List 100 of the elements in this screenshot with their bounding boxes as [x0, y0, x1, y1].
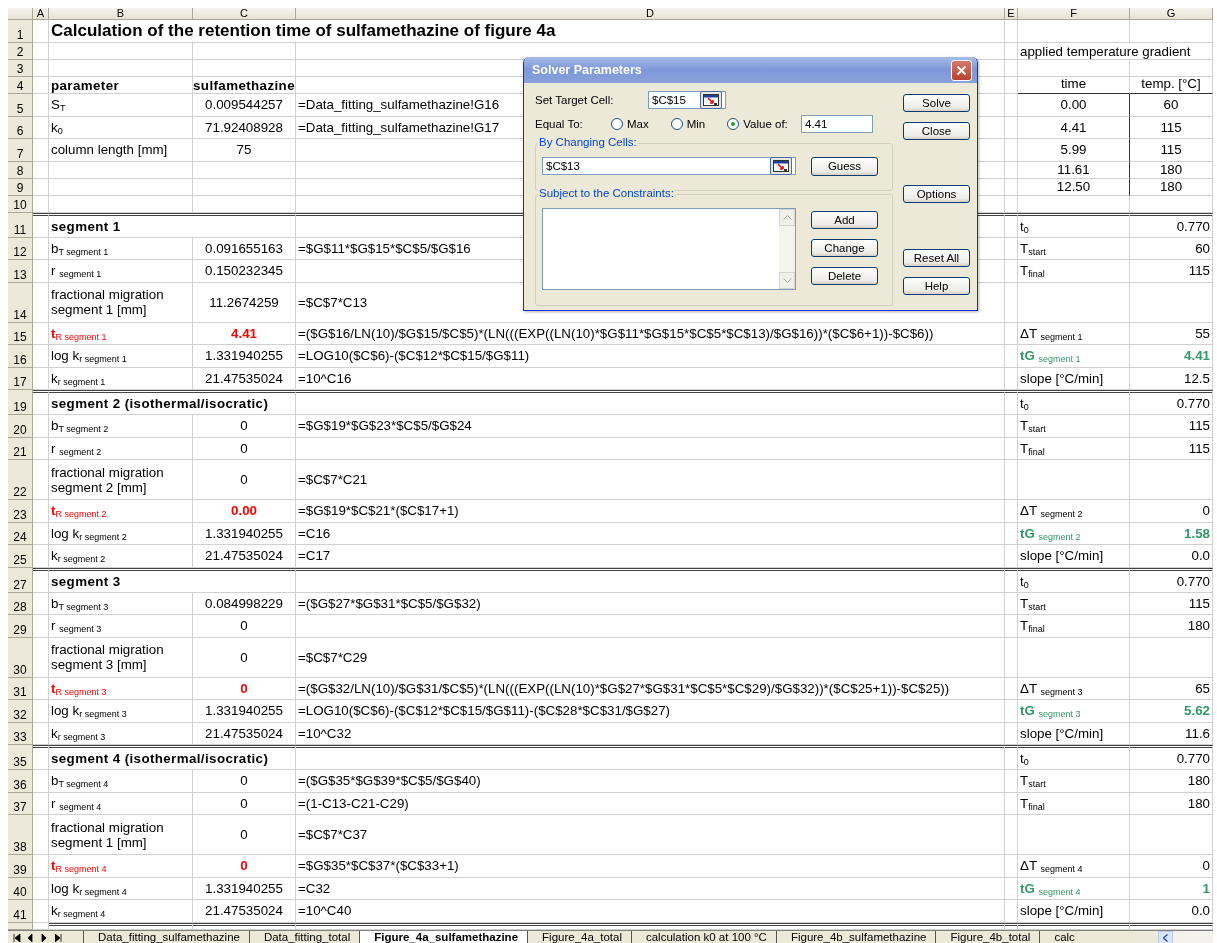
label-cell[interactable]: k$_{r segment 4}$	[49, 900, 193, 923]
next-sheet-icon[interactable]	[41, 933, 49, 942]
gradient-value-cell[interactable]: 0	[1130, 500, 1213, 523]
gradient-value-cell[interactable]: 0.770	[1130, 212, 1213, 238]
value-cell[interactable]: 21.47535024	[193, 900, 296, 923]
label-cell[interactable]: b$_{T segment 3}$	[49, 592, 193, 615]
heading-cell[interactable]: segment 4 (isothermal/isocratic)	[49, 745, 296, 770]
formula-cell[interactable]: =10^C16	[296, 367, 1005, 390]
gradient-value-cell[interactable]: 11.6	[1130, 722, 1213, 745]
gradient-value-cell[interactable]: 180	[1130, 770, 1213, 793]
empty-cell[interactable]	[1005, 567, 1018, 593]
empty-cell[interactable]	[296, 390, 1005, 415]
label-cell[interactable]: t$_{R segment 2}$	[49, 500, 193, 523]
gradient-value-cell[interactable]: 0.0	[1130, 545, 1213, 568]
value-cell[interactable]: 0.009544257	[193, 94, 296, 117]
gradient-value-cell[interactable]: 65	[1130, 677, 1213, 700]
gradient-value-cell[interactable]: 115	[1130, 139, 1213, 162]
gradient-label-cell[interactable]: 11.61	[1018, 161, 1130, 179]
gradient-value-cell[interactable]: 115	[1130, 260, 1213, 283]
label-cell[interactable]: r $_{segment 4}$	[49, 792, 193, 815]
empty-cell[interactable]	[296, 567, 1005, 593]
column-header[interactable]: B	[49, 8, 193, 20]
gradient-label-cell[interactable]: slope [°C/min]	[1018, 722, 1130, 745]
row-number[interactable]: 20	[8, 415, 33, 438]
gradient-label-cell[interactable]: T$_{final}$	[1018, 437, 1130, 460]
gradient-label-cell[interactable]: slope [°C/min]	[1018, 367, 1130, 390]
gradient-label-cell[interactable]: slope [°C/min]	[1018, 900, 1130, 923]
value-cell[interactable]: 0.084998229	[193, 592, 296, 615]
value-cell[interactable]: 1.331940255	[193, 700, 296, 723]
row-number[interactable]: 14	[8, 282, 33, 323]
constraints-list[interactable]	[542, 208, 796, 290]
label-cell[interactable]: log k$_{r segment 3}$	[49, 700, 193, 723]
sheet-title[interactable]: Calculation of the retention time of sulfamethazine of figure 4a	[49, 20, 1005, 43]
label-cell[interactable]: fractional migration segment 3 [mm]	[49, 637, 193, 678]
gradient-label-cell[interactable]: T$_{start}$	[1018, 415, 1130, 438]
formula-cell[interactable]: =($G$16/LN(10)/$G$15/$C$5)*(LN(((EXP((LN(10)*$G$11*$G$15*$C$5*$C$13)/$G$16))*($C$6+1))-$C$6))	[296, 322, 1005, 345]
gradient-value-cell[interactable]: 1.58	[1130, 522, 1213, 545]
dialog-button[interactable]: Solve	[903, 94, 970, 112]
label-cell[interactable]: log k$_{r segment 4}$	[49, 877, 193, 900]
gradient-label-cell[interactable]: T$_{final}$	[1018, 615, 1130, 638]
row-number[interactable]: 12	[8, 237, 33, 260]
gradient-label-cell[interactable]: applied temperature gradient	[1018, 43, 1213, 60]
constraint-button[interactable]: Add	[811, 211, 878, 229]
value-cell[interactable]: 1.331940255	[193, 877, 296, 900]
label-cell[interactable]: b$_{T segment 1}$	[49, 237, 193, 260]
sheet-tab[interactable]: Figure_4a_sulfamethazine	[359, 930, 528, 943]
constraint-button[interactable]: Delete	[811, 267, 878, 285]
row-number[interactable]: 2	[8, 43, 33, 60]
column-header[interactable]: F	[1018, 8, 1130, 20]
dialog-button[interactable]: Help	[903, 277, 970, 295]
row-number[interactable]: 15	[8, 322, 33, 345]
value-cell[interactable]: 0	[193, 415, 296, 438]
empty-cell[interactable]	[33, 212, 49, 238]
label-cell[interactable]: r $_{segment 2}$	[49, 437, 193, 460]
value-cell[interactable]: 75	[193, 139, 296, 162]
gradient-value-cell[interactable]: 115	[1130, 437, 1213, 460]
formula-cell[interactable]: =C16	[296, 522, 1005, 545]
row-number[interactable]: 24	[8, 522, 33, 545]
formula-cell[interactable]: =10^C40	[296, 900, 1005, 923]
gradient-label-cell[interactable]: tG $_{segment 3}$	[1018, 700, 1130, 723]
value-cell[interactable]: 0.00	[193, 500, 296, 523]
label-cell[interactable]: column length [mm]	[49, 139, 193, 162]
gradient-label-cell[interactable]: T$_{final}$	[1018, 792, 1130, 815]
value-cell[interactable]: 0	[193, 677, 296, 700]
row-number[interactable]: 19	[8, 390, 33, 415]
row-number[interactable]: 21	[8, 437, 33, 460]
row-number[interactable]: 25	[8, 545, 33, 568]
gradient-label-cell[interactable]: ΔT $_{segment 1}$	[1018, 322, 1130, 345]
gradient-value-cell[interactable]: 0.770	[1130, 745, 1213, 770]
column-header[interactable]: D	[296, 8, 1005, 20]
gradient-value-cell[interactable]: 115	[1130, 592, 1213, 615]
formula-cell[interactable]: =10^C32	[296, 722, 1005, 745]
value-cell[interactable]: 1.331940255	[193, 345, 296, 368]
value-cell[interactable]: 0	[193, 792, 296, 815]
dialog-button[interactable]: Options	[903, 185, 970, 203]
row-number[interactable]: 41	[8, 900, 33, 923]
gradient-label-cell[interactable]: ΔT $_{segment 3}$	[1018, 677, 1130, 700]
label-cell[interactable]: k$_{r segment 1}$	[49, 367, 193, 390]
gradient-label-cell[interactable]: T$_{start}$	[1018, 770, 1130, 793]
gradient-label-cell[interactable]: tG $_{segment 4}$	[1018, 877, 1130, 900]
value-cell[interactable]: 71.92408928	[193, 116, 296, 139]
range-select-button[interactable]	[770, 157, 792, 175]
column-header[interactable]: G	[1130, 8, 1213, 20]
gradient-label-cell[interactable]: T$_{start}$	[1018, 592, 1130, 615]
label-cell[interactable]: k$_{r segment 2}$	[49, 545, 193, 568]
empty-cell[interactable]	[33, 567, 49, 593]
gradient-label-cell[interactable]: t$_{0}$	[1018, 212, 1130, 238]
formula-cell[interactable]: =$C$7*C37	[296, 815, 1005, 855]
gradient-value-cell[interactable]: 60	[1130, 94, 1213, 117]
label-cell[interactable]: t$_{R segment 4}$	[49, 855, 193, 878]
label-cell[interactable]: fractional migration segment 2 [mm]	[49, 460, 193, 500]
gradient-label-cell[interactable]: t$_{0}$	[1018, 567, 1130, 593]
column-header[interactable]: A	[33, 8, 49, 20]
formula-cell[interactable]: =C17	[296, 545, 1005, 568]
gradient-value-cell[interactable]: 5.62	[1130, 700, 1213, 723]
empty-cell[interactable]	[1005, 390, 1018, 415]
last-sheet-icon[interactable]	[55, 933, 63, 942]
gradient-label-cell[interactable]: t$_{0}$	[1018, 390, 1130, 415]
gradient-value-cell[interactable]: 55	[1130, 322, 1213, 345]
changing-cells-field[interactable]: $C$13	[542, 157, 796, 175]
